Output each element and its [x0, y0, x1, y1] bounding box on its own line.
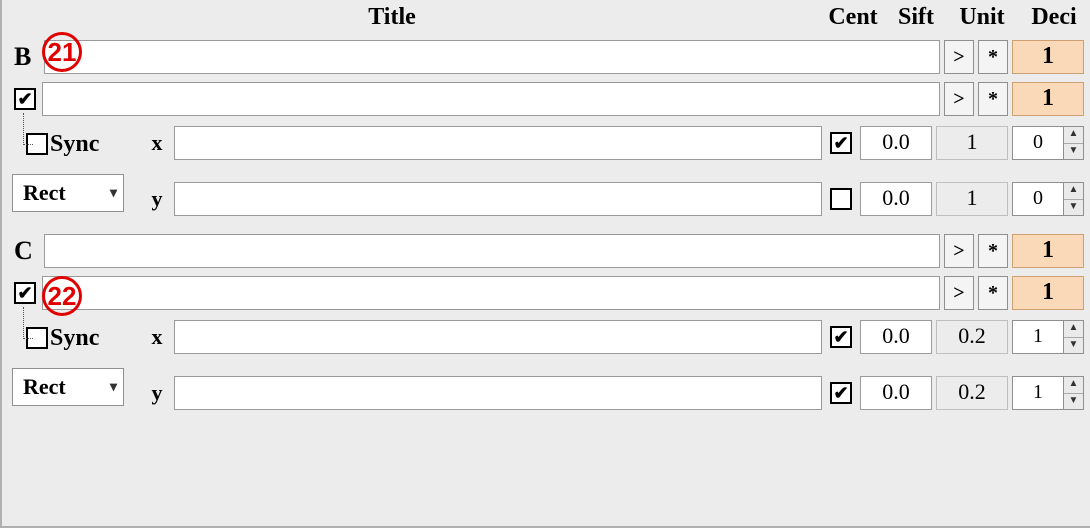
axis-x-title-input[interactable] [174, 320, 822, 354]
title-input-c2[interactable] [42, 276, 940, 310]
star-button[interactable]: * [978, 82, 1008, 116]
spinner-up-icon[interactable]: ▲ [1064, 183, 1083, 200]
shape-select-value: Rect [23, 180, 66, 206]
cent-checkbox-y[interactable] [830, 188, 852, 210]
title-input-b1[interactable] [44, 40, 940, 74]
tree-connector [12, 317, 26, 359]
deci-spinner-value: 0 [1013, 183, 1063, 215]
deci-spinner-value: 0 [1013, 127, 1063, 159]
spinner-down-icon[interactable]: ▼ [1064, 338, 1083, 354]
axis-label-x: x [148, 324, 166, 350]
axis-label-y: y [148, 380, 166, 406]
arrow-button[interactable]: > [944, 234, 974, 268]
spinner-up-icon[interactable]: ▲ [1064, 377, 1083, 394]
deci-spinner-value: 1 [1013, 321, 1063, 353]
spinner-down-icon[interactable]: ▼ [1064, 394, 1083, 410]
cent-checkbox-y[interactable] [830, 382, 852, 404]
axis-y-row: y 0.0 1 0 ▲▼ [144, 178, 1084, 220]
axis-label-y: y [148, 186, 166, 212]
arrow-button[interactable]: > [944, 82, 974, 116]
section-c: C > * 1 > * 1 [12, 230, 1084, 314]
cent-checkbox-x[interactable] [830, 326, 852, 348]
unit-value-y: 0.2 [936, 376, 1008, 410]
shape-select-value: Rect [23, 374, 66, 400]
deci-value: 1 [1012, 276, 1084, 310]
section-b-left: Sync Rect ▾ [12, 122, 144, 220]
section-letter: B [12, 42, 40, 72]
sift-value-x[interactable]: 0.0 [860, 320, 932, 354]
sift-value-y[interactable]: 0.0 [860, 376, 932, 410]
section-c-axes: Sync Rect ▾ x 0.0 0.2 1 ▲▼ y [12, 316, 1084, 414]
shape-select[interactable]: Rect ▾ [12, 174, 124, 212]
section-c-row1: C > * 1 [12, 230, 1084, 272]
section-b-row2: > * 1 [12, 78, 1084, 120]
axis-y-title-input[interactable] [174, 182, 822, 216]
spinner-down-icon[interactable]: ▼ [1064, 144, 1083, 160]
title-input-c1[interactable] [44, 234, 940, 268]
section-b-axes: Sync Rect ▾ x 0.0 1 0 ▲▼ y [12, 122, 1084, 220]
deci-spinner-x[interactable]: 1 ▲▼ [1012, 320, 1084, 354]
arrow-button[interactable]: > [944, 40, 974, 74]
deci-spinner-value: 1 [1013, 377, 1063, 409]
title-input-b2[interactable] [42, 82, 940, 116]
settings-panel: Title Cent Sift Unit Deci B > * 1 > * 1 … [0, 0, 1090, 528]
section-b-row1: B > * 1 [12, 36, 1084, 78]
sync-label: Sync [50, 131, 99, 158]
spinner-down-icon[interactable]: ▼ [1064, 200, 1083, 216]
deci-value: 1 [1012, 40, 1084, 74]
axis-y-row: y 0.0 0.2 1 ▲▼ [144, 372, 1084, 414]
sync-label: Sync [50, 325, 99, 352]
chevron-down-icon: ▾ [110, 185, 117, 202]
spinner-up-icon[interactable]: ▲ [1064, 321, 1083, 338]
header-title: Title [4, 4, 820, 31]
unit-value-y: 1 [936, 182, 1008, 216]
axis-x-row: x 0.0 1 0 ▲▼ [144, 122, 1084, 164]
header-sift: Sift [886, 4, 946, 31]
section-c-left: Sync Rect ▾ [12, 316, 144, 414]
arrow-button[interactable]: > [944, 276, 974, 310]
section-c-row2: > * 1 [12, 272, 1084, 314]
sift-value-y[interactable]: 0.0 [860, 182, 932, 216]
deci-spinner-y[interactable]: 1 ▲▼ [1012, 376, 1084, 410]
enable-checkbox[interactable] [14, 282, 36, 304]
star-button[interactable]: * [978, 276, 1008, 310]
axis-x-row: x 0.0 0.2 1 ▲▼ [144, 316, 1084, 358]
enable-checkbox[interactable] [14, 88, 36, 110]
shape-select[interactable]: Rect ▾ [12, 368, 124, 406]
axis-x-title-input[interactable] [174, 126, 822, 160]
chevron-down-icon: ▾ [110, 379, 117, 396]
header-deci: Deci [1018, 4, 1090, 31]
star-button[interactable]: * [978, 40, 1008, 74]
deci-value: 1 [1012, 234, 1084, 268]
cent-checkbox-x[interactable] [830, 132, 852, 154]
header-unit: Unit [946, 4, 1018, 31]
unit-value-x: 1 [936, 126, 1008, 160]
column-headers: Title Cent Sift Unit Deci [4, 2, 1090, 32]
sift-value-x[interactable]: 0.0 [860, 126, 932, 160]
unit-value-x: 0.2 [936, 320, 1008, 354]
spinner-up-icon[interactable]: ▲ [1064, 127, 1083, 144]
section-b: B > * 1 > * 1 [12, 36, 1084, 120]
deci-spinner-y[interactable]: 0 ▲▼ [1012, 182, 1084, 216]
deci-spinner-x[interactable]: 0 ▲▼ [1012, 126, 1084, 160]
section-letter: C [12, 236, 40, 266]
tree-connector [12, 123, 26, 165]
axis-label-x: x [148, 130, 166, 156]
star-button[interactable]: * [978, 234, 1008, 268]
header-cent: Cent [820, 4, 886, 31]
axis-y-title-input[interactable] [174, 376, 822, 410]
deci-value: 1 [1012, 82, 1084, 116]
